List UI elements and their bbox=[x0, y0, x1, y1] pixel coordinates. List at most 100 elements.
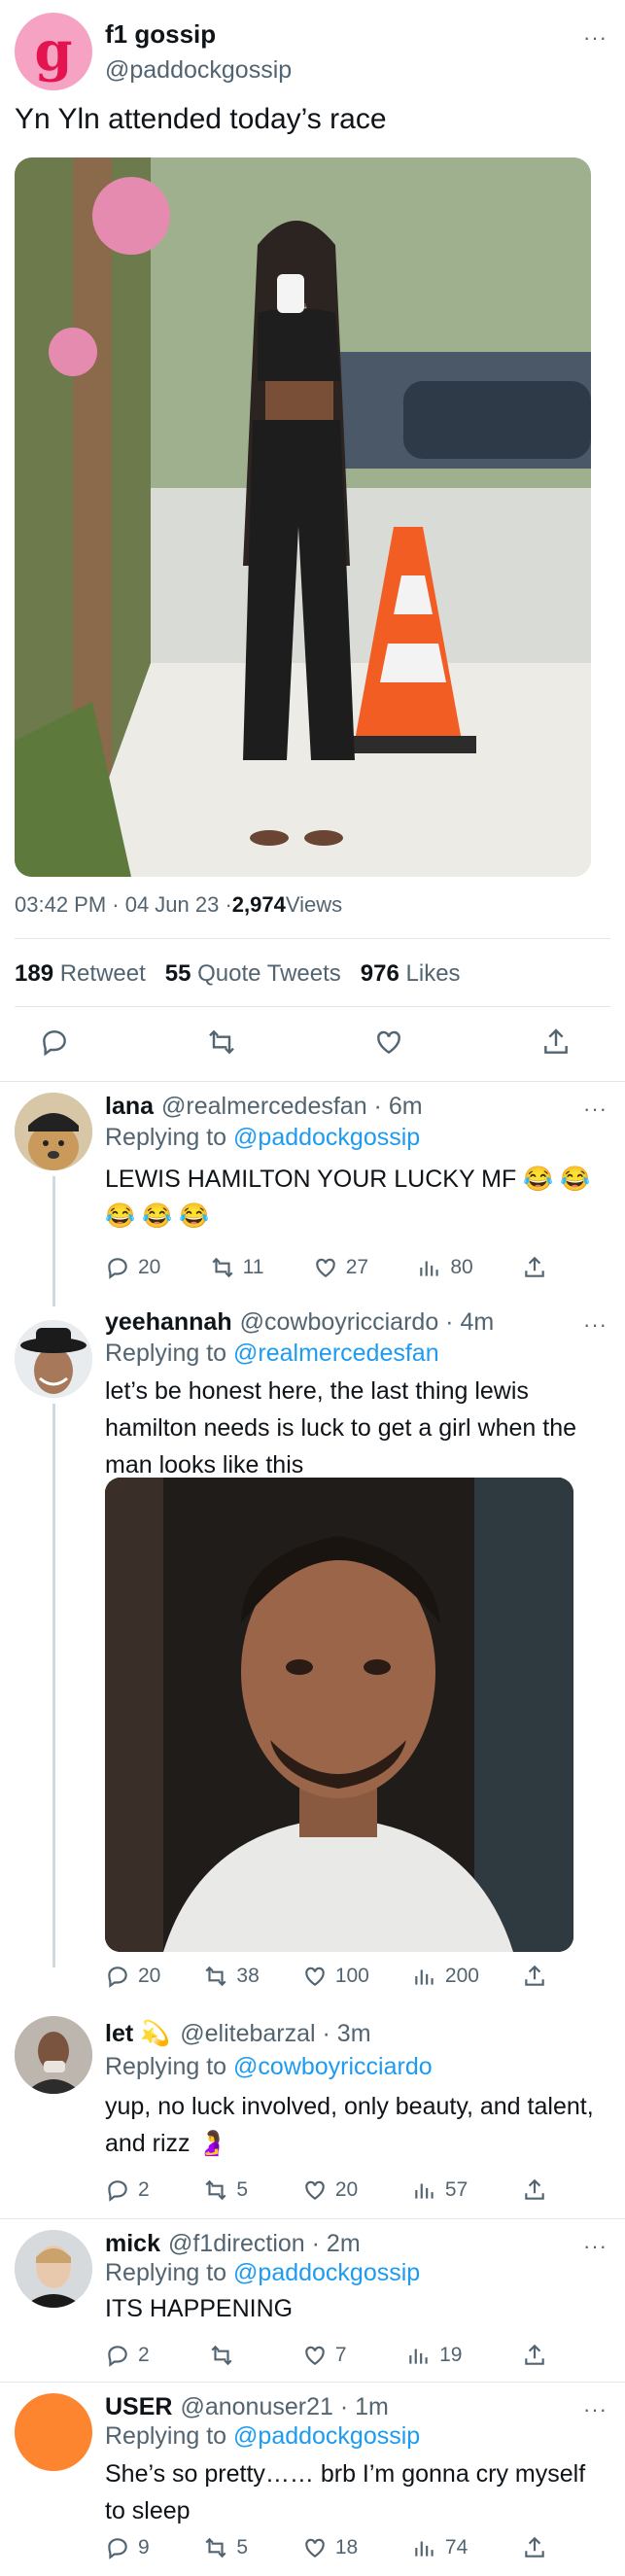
retweet-count: 5 bbox=[236, 2536, 249, 2559]
retweet-icon bbox=[211, 2345, 232, 2366]
views-icon bbox=[415, 2541, 434, 2557]
reply-actions: 2 5 20 57 bbox=[105, 2177, 547, 2203]
reply-button[interactable]: 20 bbox=[105, 1255, 160, 1280]
like-icon bbox=[315, 1258, 335, 1277]
retweets-count: 189 bbox=[15, 960, 54, 987]
share-button[interactable] bbox=[522, 1255, 547, 1280]
views-button[interactable]: 19 bbox=[406, 2343, 462, 2368]
retweet-button[interactable]: 5 bbox=[203, 2177, 248, 2203]
like-icon bbox=[305, 2538, 325, 2558]
portrait-illustration bbox=[105, 1478, 573, 1952]
reply-count: 9 bbox=[138, 2536, 150, 2559]
reply-name[interactable]: USER bbox=[105, 2393, 172, 2421]
retweets-label: Retweet bbox=[59, 960, 146, 987]
like-icon[interactable] bbox=[373, 1027, 404, 1058]
replying-to-link[interactable]: @paddockgossip bbox=[233, 2259, 420, 2286]
reply-avatar[interactable] bbox=[15, 2393, 92, 2471]
like-icon bbox=[305, 1967, 325, 1986]
like-icon bbox=[305, 2346, 325, 2365]
tweet-photo[interactable] bbox=[15, 157, 591, 877]
reply-name[interactable]: let 💫 bbox=[105, 2020, 170, 2048]
share-button[interactable] bbox=[522, 2535, 547, 2560]
like-button[interactable]: 27 bbox=[313, 1255, 368, 1280]
reply-handle[interactable]: @cowboyricciardo · 4m bbox=[240, 1308, 495, 1337]
share-icon[interactable] bbox=[540, 1027, 572, 1058]
reply-button[interactable]: 2 bbox=[105, 2177, 150, 2203]
quote-stat[interactable]: 55 Quote Tweets bbox=[165, 960, 341, 988]
reply-photo[interactable] bbox=[105, 1478, 573, 1952]
like-button[interactable]: 20 bbox=[302, 2177, 358, 2203]
author-handle[interactable]: @paddockgossip bbox=[105, 56, 292, 85]
reply-button[interactable]: 9 bbox=[105, 2535, 150, 2560]
reply-icon[interactable] bbox=[39, 1027, 70, 1058]
more-icon[interactable]: ··· bbox=[583, 2236, 608, 2257]
retweet-count: 11 bbox=[242, 1256, 264, 1278]
reply-icon bbox=[108, 2180, 127, 2202]
reply-name[interactable]: yeehannah bbox=[105, 1308, 232, 1337]
views-button[interactable]: 80 bbox=[417, 1255, 473, 1280]
reply-handle[interactable]: @elitebarzal · 3m bbox=[180, 2020, 370, 2048]
views-button[interactable]: 74 bbox=[412, 2535, 468, 2560]
retweet-stat[interactable]: 189 Retweet bbox=[15, 960, 146, 988]
retweet-button[interactable]: 38 bbox=[203, 1964, 260, 1989]
retweet-count: 5 bbox=[236, 2178, 249, 2201]
retweet-button[interactable]: 11 bbox=[210, 1255, 264, 1280]
more-icon[interactable]: ··· bbox=[583, 1314, 608, 1336]
reply-button[interactable]: 20 bbox=[105, 1964, 160, 1989]
like-button[interactable]: 7 bbox=[302, 2343, 347, 2368]
dog-avatar-icon bbox=[15, 1093, 92, 1170]
more-icon[interactable]: ··· bbox=[583, 27, 608, 49]
tweet-time: 03:42 PM · 04 Jun 23 · bbox=[15, 892, 232, 917]
share-button[interactable] bbox=[522, 1964, 547, 1989]
replying-to: Replying to @paddockgossip bbox=[105, 1124, 420, 1152]
reply-avatar[interactable] bbox=[15, 2230, 92, 2308]
share-button[interactable] bbox=[522, 2177, 547, 2203]
author-name[interactable]: f1 gossip bbox=[105, 19, 216, 50]
replying-to-link[interactable]: @cowboyricciardo bbox=[233, 2053, 433, 2080]
replying-to: Replying to @cowboyricciardo bbox=[105, 2053, 433, 2081]
more-icon[interactable]: ··· bbox=[583, 2399, 608, 2420]
replying-to-link[interactable]: @realmercedesfan bbox=[233, 1340, 439, 1367]
reply-name[interactable]: mick bbox=[105, 2230, 160, 2258]
retweet-icon[interactable] bbox=[206, 1027, 237, 1058]
reply-icon bbox=[108, 2538, 127, 2559]
reply-text: let’s be honest here, the last thing lew… bbox=[105, 1377, 576, 1479]
share-icon bbox=[525, 2178, 544, 2200]
retweet-icon bbox=[205, 2537, 226, 2559]
quotes-count: 55 bbox=[164, 960, 191, 987]
retweet-button[interactable]: 5 bbox=[203, 2535, 248, 2560]
likes-stat[interactable]: 976 Likes bbox=[361, 960, 461, 988]
like-button[interactable]: 100 bbox=[302, 1964, 369, 1989]
reply-avatar[interactable] bbox=[15, 1320, 92, 1398]
replying-label: Replying to bbox=[105, 2053, 234, 2080]
like-count: 7 bbox=[334, 2344, 347, 2366]
reply-actions: 2 7 19 bbox=[105, 2343, 547, 2368]
reply-name[interactable]: lana bbox=[105, 1093, 154, 1121]
reply-avatar[interactable] bbox=[15, 1093, 92, 1170]
reply-avatar[interactable] bbox=[15, 2016, 92, 2094]
avatar-letter: g bbox=[34, 19, 73, 84]
engagement-stats: 189 Retweet 55 Quote Tweets 976 Likes bbox=[15, 960, 461, 988]
views-icon bbox=[415, 2183, 434, 2199]
views-button[interactable]: 200 bbox=[412, 1964, 479, 1989]
share-icon bbox=[525, 2536, 544, 2558]
reply-actions: 20 38 100 200 bbox=[105, 1964, 547, 1989]
views-button[interactable]: 57 bbox=[412, 2177, 468, 2203]
reply-header: USER @anonuser21 · 1m bbox=[105, 2393, 389, 2421]
like-count: 20 bbox=[334, 2178, 359, 2201]
like-button[interactable]: 18 bbox=[302, 2535, 358, 2560]
divider bbox=[15, 938, 610, 939]
views-icon bbox=[409, 2349, 428, 2364]
share-button[interactable] bbox=[522, 2343, 547, 2368]
reply-handle[interactable]: @anonuser21 · 1m bbox=[180, 2393, 388, 2421]
retweet-button[interactable] bbox=[209, 2343, 242, 2368]
like-count: 100 bbox=[334, 1965, 369, 1987]
replying-to-link[interactable]: @paddockgossip bbox=[233, 1124, 420, 1151]
views-count: 2,974 bbox=[231, 892, 286, 917]
reply-button[interactable]: 2 bbox=[105, 2343, 150, 2368]
replying-to-link[interactable]: @paddockgossip bbox=[233, 2422, 420, 2450]
author-avatar[interactable]: g bbox=[15, 13, 92, 90]
reply-handle[interactable]: @f1direction · 2m bbox=[168, 2230, 361, 2258]
more-icon[interactable]: ··· bbox=[583, 1098, 608, 1120]
reply-handle[interactable]: @realmercedesfan · 6m bbox=[161, 1093, 423, 1121]
